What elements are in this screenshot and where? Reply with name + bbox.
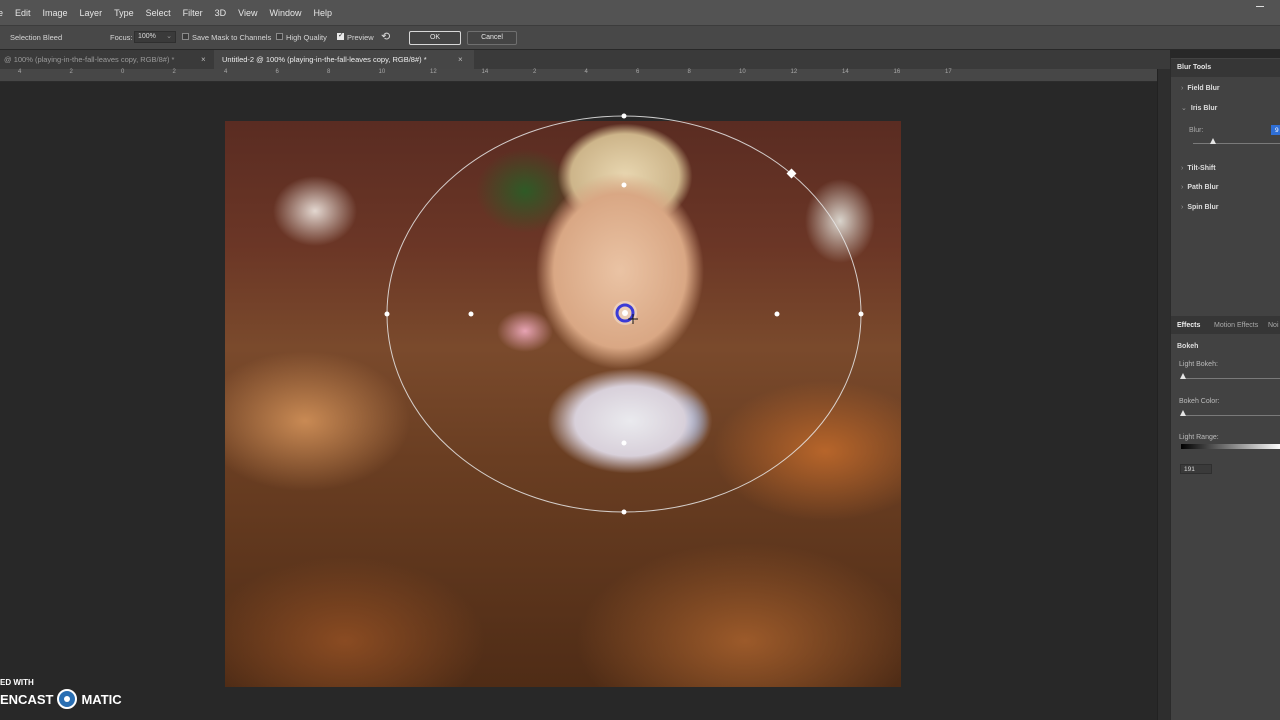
ruler-tick-label: 6 xyxy=(636,69,640,75)
ruler-tick-label: 2 xyxy=(69,69,73,75)
tab-document-2[interactable]: Untitled-2 @ 100% (playing-in-the-fall-l… xyxy=(214,50,474,69)
bokeh-heading: Bokeh xyxy=(1177,343,1199,350)
menu-image[interactable]: Image xyxy=(37,8,74,18)
effects-tab-strip: Effects Motion Effects Noi xyxy=(1171,316,1280,334)
menu-edit[interactable]: Edit xyxy=(9,8,37,18)
bokeh-color-label: Bokeh Color: xyxy=(1179,398,1220,405)
tab-noise[interactable]: Noi xyxy=(1268,322,1279,329)
spin-blur-label: Spin Blur xyxy=(1187,204,1219,211)
preview-checkbox[interactable] xyxy=(337,31,344,40)
ruler-tick-label: 4 xyxy=(584,69,588,75)
ruler-tick-label: 12 xyxy=(790,69,798,75)
spin-blur-section[interactable]: › Spin Blur xyxy=(1181,204,1218,211)
menu-layer[interactable]: Layer xyxy=(74,8,109,18)
focus-label: Focus: xyxy=(110,33,133,42)
tab-motion-effects[interactable]: Motion Effects xyxy=(1214,322,1258,329)
screencast-logo-icon xyxy=(57,689,78,709)
high-quality-label: High Quality xyxy=(286,33,327,42)
save-mask-checkbox[interactable] xyxy=(182,33,189,40)
ruler-tick-label: 10 xyxy=(378,69,386,75)
ruler-tick-label: 0 xyxy=(121,69,125,75)
chevron-down-icon: ⌄ xyxy=(1181,105,1187,112)
field-blur-section[interactable]: › Field Blur xyxy=(1181,85,1220,92)
close-icon[interactable]: × xyxy=(458,50,463,69)
ruler-tick-label: 10 xyxy=(739,69,746,75)
menu-help[interactable]: Help xyxy=(307,8,338,18)
blur-value-field[interactable]: 9 xyxy=(1271,125,1280,135)
watermark-right-text: MATIC xyxy=(81,691,122,707)
preview-label: Preview xyxy=(347,33,374,42)
selection-bleed-label: Selection Bleed: xyxy=(10,33,65,42)
tab-label: Untitled-2 @ 100% (playing-in-the-fall-l… xyxy=(222,55,427,64)
blur-label: Blur: xyxy=(1189,127,1204,134)
light-bokeh-label: Light Bokeh: xyxy=(1179,361,1218,368)
ruler-tick-label: 16 xyxy=(893,69,901,75)
minimize-icon[interactable] xyxy=(1256,6,1264,7)
selection-bleed-field[interactable] xyxy=(62,31,102,43)
menu-select[interactable]: Select xyxy=(140,8,177,18)
path-blur-section[interactable]: › Path Blur xyxy=(1181,184,1218,191)
menu-bar: e Edit Image Layer Type Select Filter 3D… xyxy=(0,0,1280,25)
menu-view[interactable]: View xyxy=(232,8,263,18)
close-icon[interactable]: × xyxy=(201,50,206,69)
light-bokeh-slider-thumb[interactable] xyxy=(1180,373,1186,379)
menu-window[interactable]: Window xyxy=(263,8,307,18)
path-blur-label: Path Blur xyxy=(1187,184,1219,191)
iris-blur-section[interactable]: ⌄ Iris Blur xyxy=(1181,104,1217,112)
ok-button[interactable]: OK xyxy=(409,31,461,45)
chevron-right-icon: › xyxy=(1181,85,1184,92)
focus-field[interactable]: 100% ⌄ xyxy=(134,31,176,43)
ruler-tick-label: 2 xyxy=(533,69,537,75)
bokeh-color-slider-thumb[interactable] xyxy=(1180,410,1186,416)
light-range-field[interactable]: 191 xyxy=(1180,464,1212,474)
ruler-tick-label: 2 xyxy=(172,69,176,75)
tab-document-1[interactable]: @ 100% (playing-in-the-fall-leaves copy,… xyxy=(0,50,214,69)
field-blur-label: Field Blur xyxy=(1187,85,1220,92)
watermark-left-text: ENCAST xyxy=(0,691,54,707)
tab-label: @ 100% (playing-in-the-fall-leaves copy,… xyxy=(4,55,175,64)
menu-type[interactable]: Type xyxy=(108,8,140,18)
blur-slider-track[interactable] xyxy=(1193,143,1280,144)
document-image[interactable] xyxy=(225,121,901,687)
cancel-button[interactable]: Cancel xyxy=(467,31,517,45)
tab-effects[interactable]: Effects xyxy=(1177,322,1200,329)
watermark-caption: ED WITH xyxy=(0,678,34,687)
ruler-tick-label: 8 xyxy=(687,69,691,75)
blur-tools-title: Blur Tools xyxy=(1171,59,1280,77)
tilt-shift-label: Tilt-Shift xyxy=(1187,165,1216,172)
menu-file[interactable]: e xyxy=(0,8,9,18)
chevron-right-icon: › xyxy=(1181,204,1184,211)
tilt-shift-section[interactable]: › Tilt-Shift xyxy=(1181,165,1216,172)
light-bokeh-slider-track[interactable] xyxy=(1183,378,1280,379)
document-tab-bar: @ 100% (playing-in-the-fall-leaves copy,… xyxy=(0,50,1170,69)
watermark-logo: ENCAST MATIC xyxy=(0,689,122,709)
ruler-tick-label: 4 xyxy=(224,69,228,75)
bokeh-color-slider-track[interactable] xyxy=(1183,415,1280,416)
ruler-tick-label: 4 xyxy=(18,69,22,75)
options-bar: Selection Bleed: Focus: 100% ⌄ Save Mask… xyxy=(0,25,1280,49)
menu-filter[interactable]: Filter xyxy=(177,8,209,18)
ruler-tick-label: 17 xyxy=(945,69,952,75)
blur-tools-panel: Blur Tools › Field Blur ⌄ Iris Blur Blur: … xyxy=(1170,58,1280,720)
menu-3d[interactable]: 3D xyxy=(209,8,233,18)
ruler-tick-label: 8 xyxy=(327,69,331,75)
save-mask-label: Save Mask to Channels xyxy=(192,33,272,42)
ruler-tick-label: 12 xyxy=(430,69,437,75)
chevron-right-icon: › xyxy=(1181,184,1184,191)
high-quality-checkbox[interactable] xyxy=(276,33,283,40)
ruler-tick-label: 14 xyxy=(481,69,489,75)
ruler-tick-label: 14 xyxy=(842,69,849,75)
blur-slider-thumb[interactable] xyxy=(1210,138,1216,144)
chevron-down-icon[interactable]: ⌄ xyxy=(166,32,172,40)
light-range-gradient[interactable] xyxy=(1181,444,1280,449)
chevron-right-icon: › xyxy=(1181,165,1184,172)
reset-icon[interactable]: ⟲ xyxy=(381,30,390,43)
vertical-scrollbar[interactable] xyxy=(1157,69,1170,720)
iris-blur-label: Iris Blur xyxy=(1190,105,1218,112)
light-range-label: Light Range: xyxy=(1179,434,1219,441)
horizontal-ruler: 4 2 0 2 4 6 8 10 12 14 2 4 6 8 10 12 14 16 17 xyxy=(0,69,1170,82)
ruler-tick-label: 6 xyxy=(275,69,279,75)
focus-value: 100% xyxy=(138,33,156,40)
